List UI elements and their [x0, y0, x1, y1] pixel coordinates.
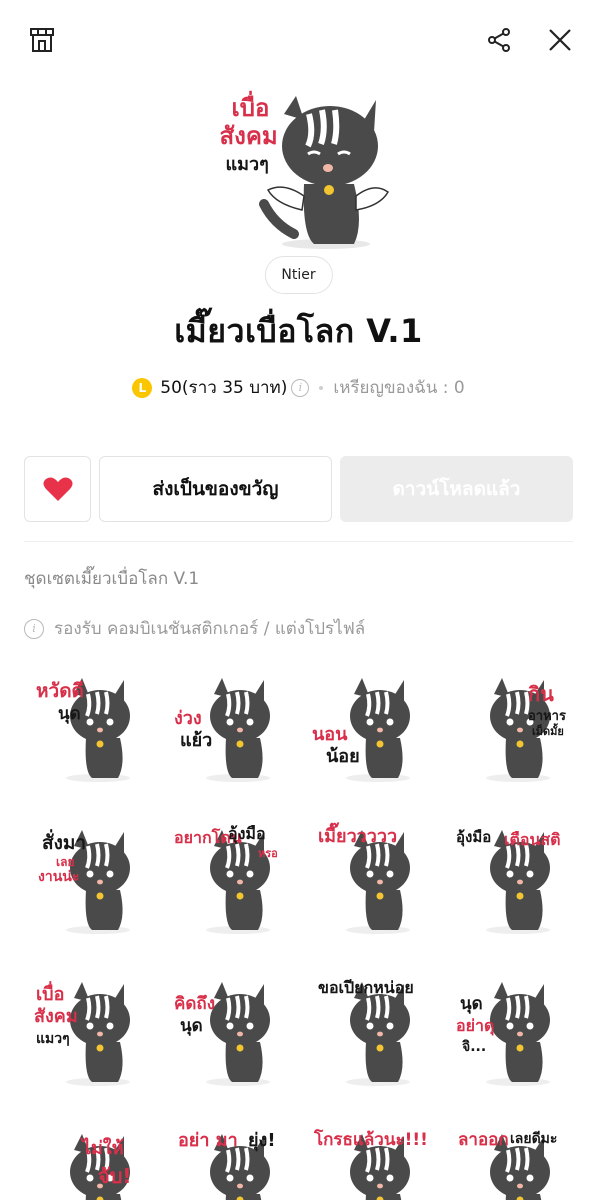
- sticker-caption: เม็ดมั้ย: [532, 725, 564, 738]
- price-amount: 50(ราว 35 บาท): [160, 378, 288, 398]
- sticker-caption: เลยดีมะ: [510, 1131, 558, 1147]
- hero-text-line3: แมวๆ: [225, 154, 269, 175]
- sticker-caption: เบื่อ: [36, 984, 65, 1005]
- sticker-caption: ลาออก: [458, 1130, 509, 1150]
- sticker-caption: ยุ่ง!: [248, 1130, 276, 1151]
- author-chip[interactable]: Ntier: [264, 256, 333, 294]
- sticker-caption: เมี๊ยววววว: [318, 826, 398, 847]
- sticker-caption: อุ้งมือ: [228, 824, 266, 843]
- send-as-gift-button[interactable]: ส่งเป็นของขวัญ: [99, 456, 332, 522]
- sticker-caption: อาหาร: [528, 709, 566, 724]
- action-buttons: ส่งเป็นของขวัญ ดาวน์โหลดแล้ว: [24, 456, 573, 522]
- sticker-item[interactable]: กินอาหาร เม็ดมั้ย: [452, 668, 566, 784]
- support-text: รองรับ คอมบิเนชันสติกเกอร์ / แต่งโปรไฟล์: [54, 619, 366, 639]
- sticker-item[interactable]: ง่วง แย้ว: [172, 668, 284, 784]
- sticker-caption: น้อย: [326, 746, 360, 767]
- main-sticker-image: เบื่อ สังคม แมวๆ: [204, 84, 394, 252]
- heart-icon: [43, 477, 72, 501]
- sticker-caption: คิดถึง: [174, 994, 216, 1014]
- sticker-caption: ง่วง: [174, 708, 202, 729]
- separator-dot: [319, 385, 324, 390]
- top-bar: [0, 0, 597, 80]
- sticker-item[interactable]: สั่งมา เลย งานน่ะ: [32, 820, 144, 936]
- sticker-item[interactable]: ไม่ให้จับ!: [32, 1124, 144, 1200]
- favorite-button[interactable]: [24, 456, 91, 522]
- sticker-item[interactable]: ขอเปียกหน่อย: [312, 972, 424, 1088]
- sticker-caption: นุด: [460, 994, 483, 1014]
- main-sticker-preview: เบื่อ สังคม แมวๆ: [0, 84, 597, 252]
- sticker-item[interactable]: อยากโดน อุ้งมือ หรอ: [172, 820, 284, 936]
- store-icon[interactable]: [22, 20, 62, 60]
- divider: [24, 541, 573, 542]
- sticker-caption: กิน: [528, 682, 554, 706]
- sticker-caption: จับ!: [98, 1164, 132, 1188]
- info-icon: i: [24, 618, 44, 639]
- sticker-caption: อย่าดุ: [456, 1016, 495, 1035]
- sticker-caption: แย้ว: [180, 730, 213, 751]
- sticker-caption: สั่งมา: [42, 832, 87, 854]
- sticker-caption: อุ้งมือ: [456, 828, 492, 846]
- sticker-cat-image: [70, 1134, 130, 1200]
- sticker-caption: จิ...: [462, 1039, 487, 1055]
- price-row: L 50(ราว 35 บาท) i เหรียญของฉัน : 0: [0, 374, 597, 401]
- close-icon[interactable]: [540, 20, 580, 60]
- sticker-item[interactable]: คิดถึง นุด: [172, 972, 284, 1088]
- sticker-caption: ขอเปียกหน่อย: [318, 978, 414, 997]
- sticker-item[interactable]: หวัดดี นุด: [32, 668, 144, 784]
- sticker-caption: หวัดดี: [36, 680, 84, 702]
- line-coin-icon: L: [132, 377, 153, 398]
- sticker-caption: นุด: [180, 1016, 203, 1036]
- sticker-caption: นุด: [58, 704, 81, 724]
- support-info: i รองรับ คอมบิเนชันสติกเกอร์ / แต่งโปรไฟ…: [24, 615, 365, 642]
- sticker-item[interactable]: นุดอย่าดุจิ...: [452, 972, 564, 1088]
- sticker-caption: โกรธแล้วนะ!!!: [314, 1130, 428, 1150]
- share-icon[interactable]: [479, 20, 519, 60]
- sticker-item[interactable]: อุ้งมือ เตือนสติ: [452, 820, 564, 936]
- sticker-item[interactable]: ลาออก เลยดีมะ: [452, 1124, 564, 1200]
- sticker-caption: ไม่ให้: [82, 1138, 124, 1159]
- package-title: เมี๊ยวเบื่อโลก V.1: [174, 312, 423, 350]
- sticker-caption: หรอ: [258, 847, 278, 860]
- sticker-item[interactable]: เบื่อ สังคมแมวๆ: [32, 972, 144, 1088]
- downloaded-button[interactable]: ดาวน์โหลดแล้ว: [340, 456, 573, 522]
- sticker-caption: นอน: [312, 724, 348, 745]
- sticker-item[interactable]: อย่า มา ยุ่ง!: [172, 1124, 284, 1200]
- sticker-item[interactable]: โกรธแล้วนะ!!!: [312, 1124, 428, 1200]
- package-description: ชุดเซตเมี๊ยวเบื่อโลก V.1: [24, 569, 200, 589]
- sticker-caption: เตือนสติ: [504, 830, 561, 849]
- sticker-caption: สังคม: [34, 1006, 78, 1027]
- my-coins-balance: เหรียญของฉัน : 0: [333, 378, 465, 398]
- hero-text-line1: เบื่อ: [231, 94, 270, 122]
- hero-text-line2: สังคม: [219, 122, 278, 150]
- sticker-caption: เลย: [56, 855, 75, 869]
- info-icon[interactable]: i: [291, 378, 310, 397]
- sticker-grid: หวัดดี นุด ง่วง แย้ว นอน น้อย กิน อาหาร …: [32, 668, 566, 1200]
- sticker-caption: งานน่ะ: [38, 869, 80, 885]
- sticker-item[interactable]: นอน น้อย: [312, 668, 424, 784]
- sticker-caption: แมวๆ: [36, 1031, 70, 1047]
- sticker-item[interactable]: เมี๊ยววววว: [312, 820, 424, 936]
- sticker-caption: อย่า มา: [178, 1130, 238, 1151]
